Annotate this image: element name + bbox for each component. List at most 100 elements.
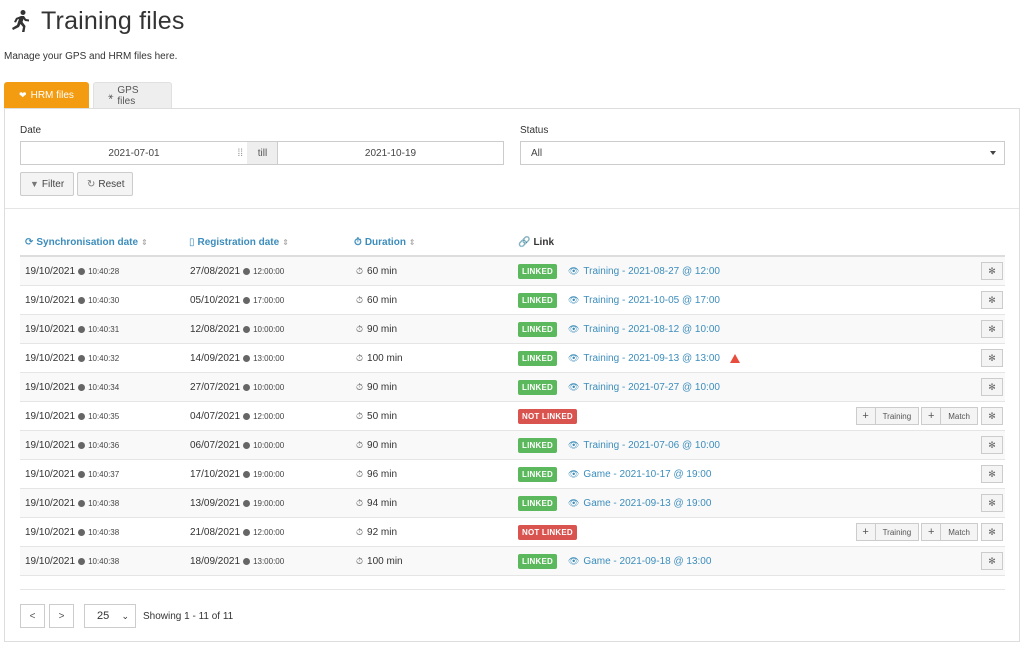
clock-icon — [78, 558, 86, 565]
registration-date: 27/07/2021 — [190, 382, 241, 393]
stopwatch-icon: ⏱ — [356, 324, 364, 334]
status-badge: LINKED — [518, 322, 557, 337]
status-badge: LINKED — [518, 264, 557, 279]
next-page-button[interactable]: > — [49, 604, 74, 628]
registration-time: 10:00:00 — [253, 441, 285, 450]
date-to-input[interactable]: 2021-10-19 — [277, 141, 504, 165]
row-actions: ✻ — [978, 494, 1003, 512]
sort-icon: ⇕ — [282, 237, 289, 247]
linked-session-link[interactable]: 👁 Training - 2021-09-13 @ 13:00 — [568, 353, 720, 364]
sync-icon: ⟳ — [25, 236, 34, 248]
sync-date: 19/10/2021 — [25, 527, 76, 538]
duration-value: 60 min — [367, 266, 398, 277]
registration-time: 19:00:00 — [253, 470, 285, 479]
reset-button[interactable]: ↻ Reset — [77, 172, 133, 196]
linked-session-link[interactable]: 👁 Training - 2021-10-05 @ 17:00 — [568, 295, 720, 306]
registration-date: 06/07/2021 — [190, 440, 241, 451]
gear-icon: ✻ — [988, 439, 996, 450]
sync-time: 10:40:38 — [88, 557, 120, 566]
stopwatch-icon: ⏱ — [356, 353, 364, 363]
clock-icon — [78, 268, 86, 275]
linked-session-link[interactable]: 👁 Training - 2021-07-27 @ 10:00 — [568, 382, 720, 393]
page-size-select[interactable]: 25 ⌄ — [84, 604, 136, 628]
settings-button[interactable]: ✻ — [981, 291, 1003, 309]
sync-date-cell: 19/10/2021 10:40:30 — [25, 286, 119, 315]
link-icon: 🔗 — [518, 236, 531, 248]
sync-date-cell: 19/10/2021 10:40:34 — [25, 373, 119, 402]
status-badge: LINKED — [518, 438, 557, 453]
registration-date-header[interactable]: ▯ Registration date ⇕ — [189, 227, 289, 257]
row-actions: ✻ — [978, 291, 1003, 309]
eye-icon: 👁 — [567, 382, 580, 392]
settings-button[interactable]: ✻ — [981, 378, 1003, 396]
settings-button[interactable]: ✻ — [981, 320, 1003, 338]
stopwatch-icon: ⏱ — [356, 527, 364, 537]
clock-icon — [243, 384, 251, 391]
registration-date: 04/07/2021 — [190, 411, 241, 422]
sync-date-header[interactable]: ⟳ Synchronisation date ⇕ — [25, 227, 148, 257]
date-from-input[interactable]: 2021-07-01 ⁞⁞ — [20, 141, 248, 165]
plus-icon: + — [922, 524, 942, 540]
settings-button[interactable]: ✻ — [981, 523, 1003, 541]
link-match-button[interactable]: + Match — [921, 407, 978, 425]
linked-session-link[interactable]: 👁 Game - 2021-10-17 @ 19:00 — [568, 469, 711, 480]
clock-icon — [78, 413, 86, 420]
date-to-value: 2021-10-19 — [364, 147, 417, 159]
linked-session-link[interactable]: 👁 Training - 2021-08-12 @ 10:00 — [568, 324, 720, 335]
link-match-button[interactable]: + Match — [921, 523, 978, 541]
sync-date-cell: 19/10/2021 10:40:36 — [25, 431, 119, 460]
stopwatch-icon: ⏱ — [356, 469, 364, 479]
registration-time: 19:00:00 — [253, 499, 285, 508]
tab-hrm-files[interactable]: ❤ HRM files — [4, 82, 89, 109]
status-badge: LINKED — [518, 293, 557, 308]
duration-cell: ⏱ 100 min — [356, 547, 403, 576]
registration-date: 12/08/2021 — [190, 324, 241, 335]
link-training-button[interactable]: + Training — [855, 407, 920, 425]
table-row: 19/10/2021 10:40:31 12/08/2021 10:00:00 ⏱ 90 … — [20, 315, 1005, 344]
linked-session-label: Game - 2021-09-18 @ 13:00 — [583, 556, 712, 567]
settings-button[interactable]: ✻ — [981, 262, 1003, 280]
table-header: ⟳ Synchronisation date ⇕ ▯ Registration … — [20, 227, 1005, 257]
clock-icon — [243, 326, 251, 333]
settings-button[interactable]: ✻ — [981, 436, 1003, 454]
sync-time: 10:40:38 — [88, 528, 120, 537]
eye-icon: 👁 — [567, 266, 580, 276]
table-row: 19/10/2021 10:40:30 05/10/2021 17:00:00 ⏱ 60 … — [20, 286, 1005, 315]
clock-icon — [243, 500, 251, 507]
settings-button[interactable]: ✻ — [981, 407, 1003, 425]
registration-date: 13/09/2021 — [190, 498, 241, 509]
status-badge: LINKED — [518, 351, 557, 366]
table-row: 19/10/2021 10:40:28 27/08/2021 12:00:00 ⏱ 60 … — [20, 257, 1005, 286]
settings-button[interactable]: ✻ — [981, 349, 1003, 367]
linked-session-link[interactable]: 👁 Training - 2021-08-27 @ 12:00 — [568, 266, 720, 277]
sync-time: 10:40:34 — [88, 383, 120, 392]
registration-date-cell: 12/08/2021 10:00:00 — [190, 315, 284, 344]
linked-session-label: Training - 2021-07-27 @ 10:00 — [583, 382, 720, 393]
page-size-value: 25 — [97, 610, 110, 622]
prev-page-button[interactable]: < — [20, 604, 45, 628]
registration-date-cell: 04/07/2021 12:00:00 — [190, 402, 284, 431]
filter-button[interactable]: ▼ Filter — [20, 172, 74, 196]
sync-date: 19/10/2021 — [25, 556, 76, 567]
settings-button[interactable]: ✻ — [981, 465, 1003, 483]
linked-session-link[interactable]: 👁 Training - 2021-07-06 @ 10:00 — [568, 440, 720, 451]
settings-button[interactable]: ✻ — [981, 494, 1003, 512]
link-training-button[interactable]: + Training — [855, 523, 920, 541]
linked-session-link[interactable]: 👁 Game - 2021-09-18 @ 13:00 — [568, 556, 711, 567]
duration-header[interactable]: ⏱ Duration ⇕ — [354, 227, 416, 257]
duration-value: 92 min — [367, 527, 398, 538]
linked-session-link[interactable]: 👁 Game - 2021-09-13 @ 19:00 — [568, 498, 711, 509]
stopwatch-icon: ⏱ — [356, 411, 364, 421]
sync-date: 19/10/2021 — [25, 498, 76, 509]
duration-cell: ⏱ 100 min — [356, 344, 403, 373]
stopwatch-icon: ⏱ — [356, 498, 364, 508]
tab-gps-files[interactable]: ⚹ GPS files — [93, 82, 172, 109]
settings-button[interactable]: ✻ — [981, 552, 1003, 570]
eye-icon: 👁 — [567, 498, 580, 508]
duration-cell: ⏱ 50 min — [356, 402, 397, 431]
clock-icon — [78, 471, 86, 478]
reset-icon: ↻ — [87, 178, 96, 190]
row-actions: ✻ — [978, 552, 1003, 570]
status-select[interactable]: All — [520, 141, 1005, 165]
sync-date-cell: 19/10/2021 10:40:37 — [25, 460, 119, 489]
